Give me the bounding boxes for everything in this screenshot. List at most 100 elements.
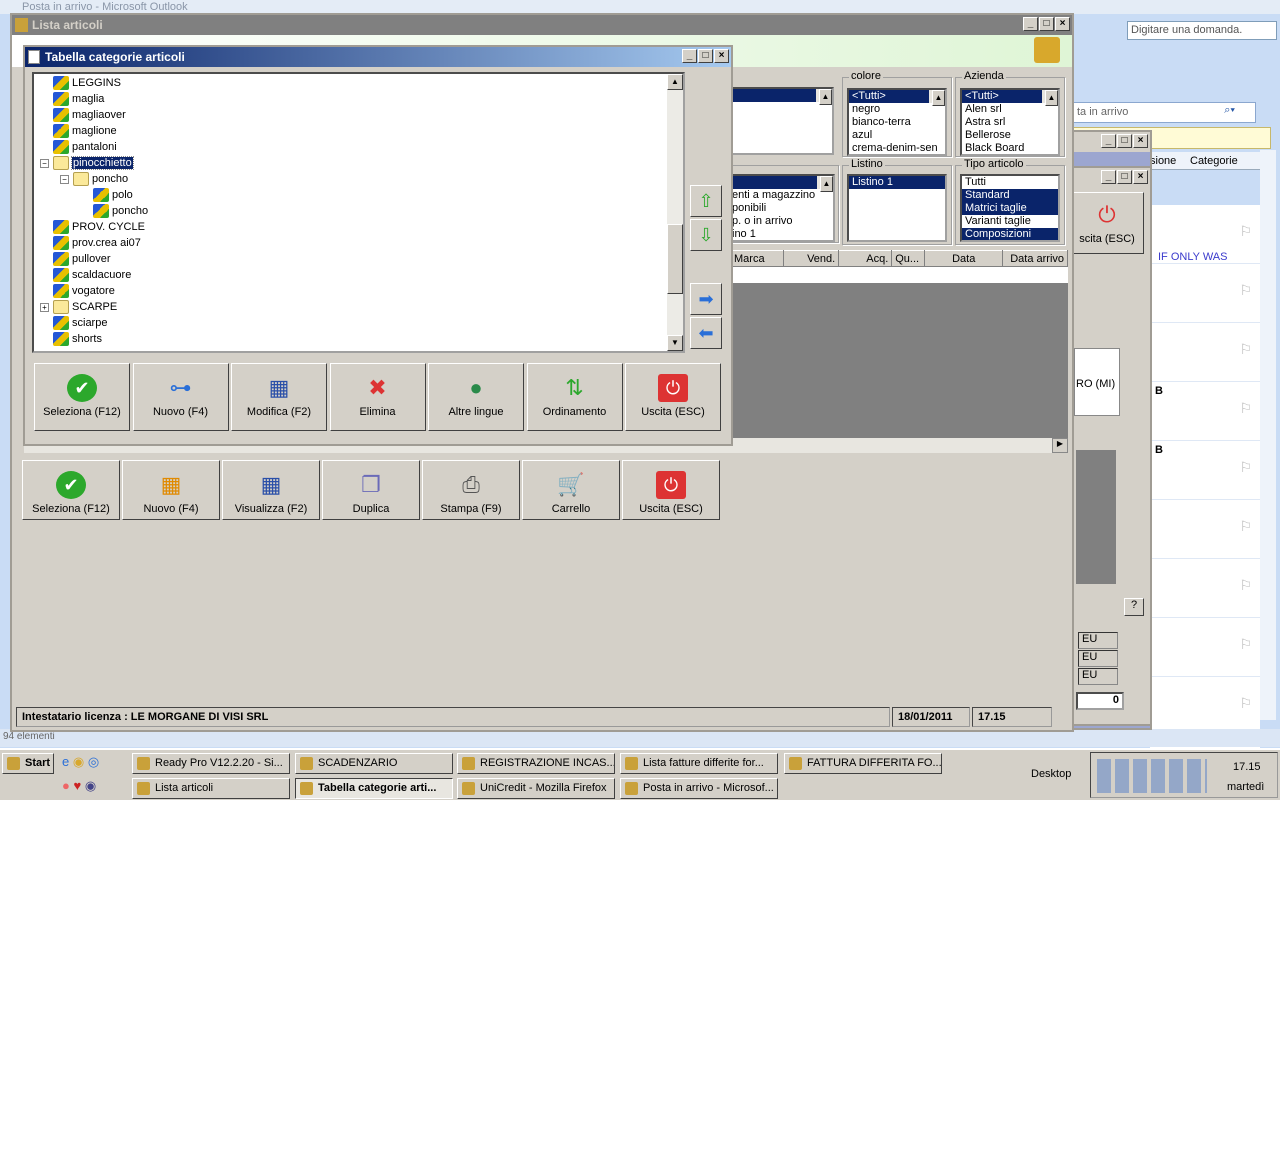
elimina-button[interactable]: ✖ Elimina bbox=[329, 363, 426, 431]
start-button[interactable]: Start bbox=[2, 753, 54, 774]
tree-item[interactable]: LEGGINS bbox=[40, 75, 121, 91]
maximize-button[interactable]: □ bbox=[1117, 134, 1132, 148]
category-tree[interactable]: ▲ ▼ LEGGINS maglia magliaover maglione pantal… bbox=[32, 72, 685, 353]
outlook-search-input[interactable]: ta in arrivo ⌕▾ bbox=[1073, 102, 1256, 123]
clock-time[interactable]: 17.15 bbox=[1233, 761, 1261, 773]
grid-row[interactable] bbox=[730, 267, 1068, 283]
col-acq[interactable]: Acq. bbox=[838, 250, 893, 267]
minimize-button[interactable]: _ bbox=[1023, 17, 1038, 31]
carrello-button[interactable]: 🛒 Carrello bbox=[522, 460, 620, 520]
tree-item[interactable]: poncho bbox=[80, 203, 148, 219]
disponibilita-listbox[interactable]: enti a magazzino ponibili p. o in arrivo in… bbox=[727, 174, 835, 242]
move-left-button[interactable]: ⬅ bbox=[690, 317, 722, 349]
modifica-button[interactable]: ▦ Modifica (F2) bbox=[231, 363, 327, 431]
exit-button[interactable]: ⏻ scita (ESC) bbox=[1070, 192, 1144, 254]
help-button[interactable]: ? bbox=[1124, 598, 1144, 616]
close-button[interactable]: × bbox=[1133, 134, 1148, 148]
nuovo-button[interactable]: ⊶ Nuovo (F4) bbox=[132, 363, 229, 431]
move-up-button[interactable]: ⇧ bbox=[690, 185, 722, 217]
desktop-toolbar[interactable]: Desktop bbox=[1031, 768, 1071, 780]
quick-launch-2[interactable]: ● ♥ ◉ bbox=[62, 778, 96, 794]
col-qu[interactable]: Qu... bbox=[891, 250, 925, 267]
tree-item[interactable]: scaldacuore bbox=[40, 267, 131, 283]
listino-listbox[interactable]: Listino 1 bbox=[847, 174, 947, 242]
maximize-button[interactable]: □ bbox=[1039, 17, 1054, 31]
seleziona-button[interactable]: ✔ Seleziona (F12) bbox=[34, 363, 130, 431]
tree-item[interactable]: maglione bbox=[40, 123, 117, 139]
maximize-button[interactable]: □ bbox=[698, 49, 713, 63]
tree-item[interactable]: − pinocchietto bbox=[40, 155, 134, 171]
tree-item[interactable]: magliaover bbox=[40, 107, 126, 123]
altre-button[interactable]: ● Altre lingue bbox=[428, 363, 524, 431]
tree-item[interactable]: + SCARPE bbox=[40, 299, 117, 315]
flag-icon[interactable]: ⚐ bbox=[1239, 341, 1252, 358]
col-vend[interactable]: Vend. bbox=[783, 250, 840, 267]
ordinamento-button[interactable]: ⇅ Ordinamento bbox=[526, 363, 623, 431]
column-header-categorie[interactable]: Categorie bbox=[1190, 155, 1238, 167]
seleziona-button[interactable]: ✔ Seleziona (F12) bbox=[22, 460, 120, 520]
stampa-button[interactable]: ⎙ Stampa (F9) bbox=[422, 460, 520, 520]
tray-icons[interactable] bbox=[1097, 759, 1207, 793]
tree-item[interactable]: pullover bbox=[40, 251, 111, 267]
minimize-button[interactable]: _ bbox=[682, 49, 697, 63]
close-button[interactable]: × bbox=[1133, 170, 1148, 184]
minimize-button[interactable]: _ bbox=[1101, 170, 1116, 184]
expand-icon[interactable]: + bbox=[40, 302, 49, 312]
message-snippet[interactable]: IF ONLY WAS bbox=[1158, 251, 1227, 263]
taskbar-button[interactable]: FATTURA DIFFERITA FO... bbox=[784, 753, 942, 774]
collapse-icon[interactable]: − bbox=[40, 158, 49, 168]
tree-item[interactable]: shorts bbox=[40, 331, 102, 347]
tree-item[interactable]: PROV. CYCLE bbox=[40, 219, 145, 235]
close-button[interactable]: × bbox=[714, 49, 729, 63]
colore-listbox[interactable]: <Tutti> negro bianco-terra azul crema-denim-… bbox=[847, 88, 947, 156]
taskbar-button[interactable]: Lista fatture differite for... bbox=[620, 753, 778, 774]
message-list[interactable]: IF ONLY WAS ⚐ ⚐ B ⚐ B ⚐ ⚐ ⚐ ⚐ ⚐ ⚐ bbox=[1150, 205, 1260, 775]
move-down-button[interactable]: ⇩ bbox=[690, 219, 722, 251]
maximize-button[interactable]: □ bbox=[1117, 170, 1132, 184]
uscita-button[interactable]: ⏻ Uscita (ESC) bbox=[625, 363, 721, 431]
flag-icon[interactable]: ⚐ bbox=[1239, 282, 1252, 299]
tree-item[interactable]: polo bbox=[80, 187, 133, 203]
visualizza-button[interactable]: ▦ Visualizza (F2) bbox=[222, 460, 320, 520]
col-data-arrivo[interactable]: Data arrivo bbox=[1002, 250, 1068, 267]
quantity-field[interactable]: 0 bbox=[1076, 692, 1124, 710]
flag-icon[interactable]: ⚐ bbox=[1239, 223, 1252, 240]
tree-item[interactable]: vogatore bbox=[40, 283, 115, 299]
minimize-button[interactable]: _ bbox=[1101, 134, 1116, 148]
taskbar-button[interactable]: UniCredit - Mozilla Firefox bbox=[457, 778, 615, 799]
taskbar-button[interactable]: Posta in arrivo - Microsof... bbox=[620, 778, 778, 799]
flag-icon[interactable]: ⚐ bbox=[1239, 577, 1252, 594]
taskbar-button[interactable]: SCADENZARIO bbox=[295, 753, 453, 774]
flag-icon[interactable]: ⚐ bbox=[1239, 518, 1252, 535]
nuovo-button[interactable]: ▦ Nuovo (F4) bbox=[122, 460, 220, 520]
quick-launch[interactable]: e ◉ ◎ bbox=[62, 754, 99, 770]
collapse-icon[interactable]: − bbox=[60, 174, 69, 184]
tree-item[interactable]: pantaloni bbox=[40, 139, 117, 155]
uscita-button[interactable]: ⏻ Uscita (ESC) bbox=[622, 460, 720, 520]
column-header-sione[interactable]: sione bbox=[1150, 155, 1176, 167]
tree-item[interactable]: prov.crea ai07 bbox=[40, 235, 141, 251]
search-icon[interactable]: ⌕▾ bbox=[1224, 104, 1235, 117]
tree-item[interactable]: maglia bbox=[40, 91, 104, 107]
flag-icon[interactable]: ⚐ bbox=[1239, 636, 1252, 653]
filter-listbox[interactable]: ▲ bbox=[730, 87, 834, 155]
flag-icon[interactable]: ⚐ bbox=[1239, 459, 1252, 476]
taskbar-button[interactable]: Ready Pro V12.2.20 - Si... bbox=[132, 753, 290, 774]
flag-icon[interactable]: ⚐ bbox=[1239, 695, 1252, 712]
azienda-listbox[interactable]: <Tutti> Alen srl Astra srl Bellerose Black B… bbox=[960, 88, 1060, 156]
message-list-scrollbar[interactable] bbox=[1260, 150, 1276, 720]
tree-item[interactable]: − poncho bbox=[60, 171, 128, 187]
flag-icon[interactable]: ⚐ bbox=[1239, 400, 1252, 417]
move-right-button[interactable]: ➡ bbox=[690, 283, 722, 315]
tipo-articolo-listbox[interactable]: Tutti Standard Matrici taglie Varianti tagl… bbox=[960, 174, 1060, 242]
tree-item[interactable]: sciarpe bbox=[40, 315, 107, 331]
col-marca[interactable]: Marca bbox=[729, 250, 785, 267]
taskbar-button[interactable]: Tabella categorie arti... bbox=[295, 778, 453, 799]
ask-question-input[interactable]: Digitare una domanda. bbox=[1127, 21, 1277, 40]
duplica-button[interactable]: ❐ Duplica bbox=[322, 460, 420, 520]
address-field[interactable]: RO (MI) bbox=[1074, 348, 1120, 416]
close-button[interactable]: × bbox=[1055, 17, 1070, 31]
col-data[interactable]: Data bbox=[923, 250, 1004, 267]
taskbar-button[interactable]: REGISTRAZIONE INCAS... bbox=[457, 753, 615, 774]
taskbar-button[interactable]: Lista articoli bbox=[132, 778, 290, 799]
